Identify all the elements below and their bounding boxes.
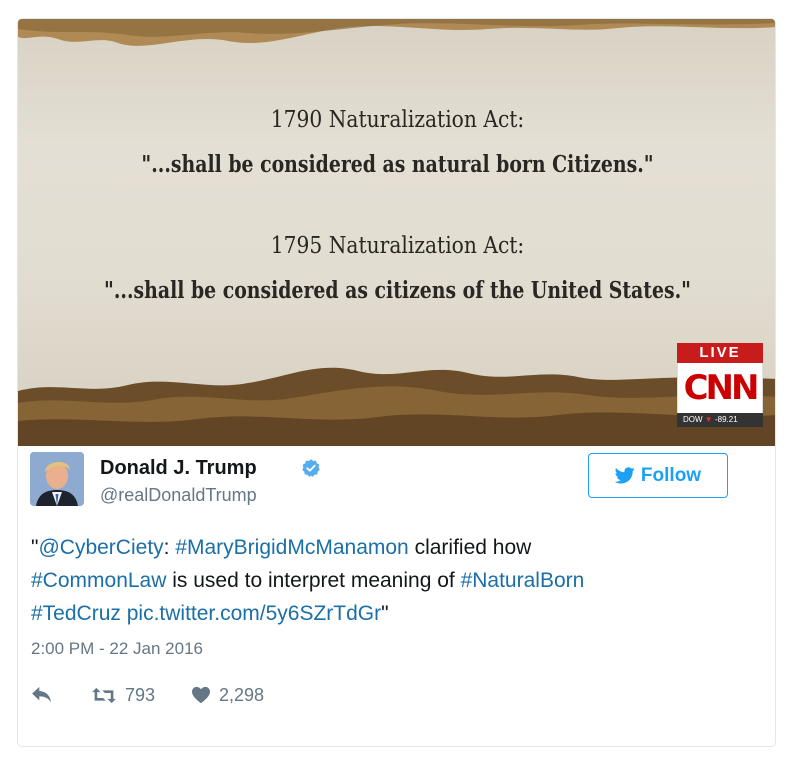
tweet-media-image[interactable]: 1790 Naturalization Act: "...shall be co… (18, 19, 775, 446)
twitter-bird-icon (614, 467, 635, 484)
text-fragment: clarified how (408, 536, 532, 559)
retweet-button[interactable]: 793 (91, 685, 191, 706)
quote-heading-1790: 1790 Naturalization Act: (270, 107, 525, 133)
author-display-name[interactable]: Donald J. Trump (100, 457, 257, 480)
like-button[interactable]: 2,298 (191, 685, 264, 706)
avatar-portrait-icon (30, 452, 84, 506)
quote-text-1790: "...shall be considered as natural born … (141, 151, 654, 178)
torn-paper-top (18, 19, 775, 46)
reply-icon (32, 686, 51, 703)
text-fragment: : (163, 536, 176, 559)
ticker-value: -89.21 (714, 415, 738, 424)
reply-button[interactable] (31, 686, 91, 704)
hashtag-link[interactable]: #TedCruz (31, 602, 121, 625)
mention-link[interactable]: @CyberCiety (38, 536, 163, 559)
torn-paper-bottom (18, 367, 775, 446)
retweet-count: 793 (125, 684, 156, 705)
avatar[interactable] (30, 452, 84, 506)
text-fragment: is used to interpret meaning of (166, 569, 461, 592)
verified-badge-icon (302, 459, 320, 477)
tweet-text: " @CyberCiety: #MaryBrigidMcManamon clari… (31, 531, 731, 630)
quote-heading-1795: 1795 Naturalization Act: (270, 233, 525, 259)
tweet-card: 1790 Naturalization Act: "...shall be co… (17, 18, 776, 747)
live-badge: LIVE (677, 343, 763, 363)
retweet-icon (92, 687, 116, 703)
tweet-timestamp[interactable]: 2:00 PM - 22 Jan 2016 (31, 639, 203, 659)
hashtag-link[interactable]: #MaryBrigidMcManamon (175, 536, 408, 559)
media-link[interactable]: pic.twitter.com/5y6SZrTdGr (127, 602, 381, 625)
hashtag-link[interactable]: #NaturalBorn (461, 569, 585, 592)
heart-icon (192, 686, 210, 704)
ticker-down-arrow-icon: ▼ (704, 415, 713, 424)
ticker-label: DOW (683, 415, 703, 424)
follow-button-label: Follow (640, 464, 702, 486)
hashtag-link[interactable]: #CommonLaw (31, 569, 166, 592)
tweet-actions: 793 2,298 (31, 683, 264, 707)
cnn-live-bug: LIVE CNN DOW ▼ -89.21 (677, 343, 763, 427)
quote-text-1795: "...shall be considered as citizens of t… (103, 277, 691, 304)
cnn-logo: CNN (677, 363, 763, 413)
dow-ticker: DOW ▼ -89.21 (677, 413, 763, 427)
like-count: 2,298 (219, 684, 265, 705)
follow-button[interactable]: Follow (588, 453, 728, 498)
author-handle[interactable]: @realDonaldTrump (100, 485, 257, 506)
close-quote: " (381, 602, 389, 625)
